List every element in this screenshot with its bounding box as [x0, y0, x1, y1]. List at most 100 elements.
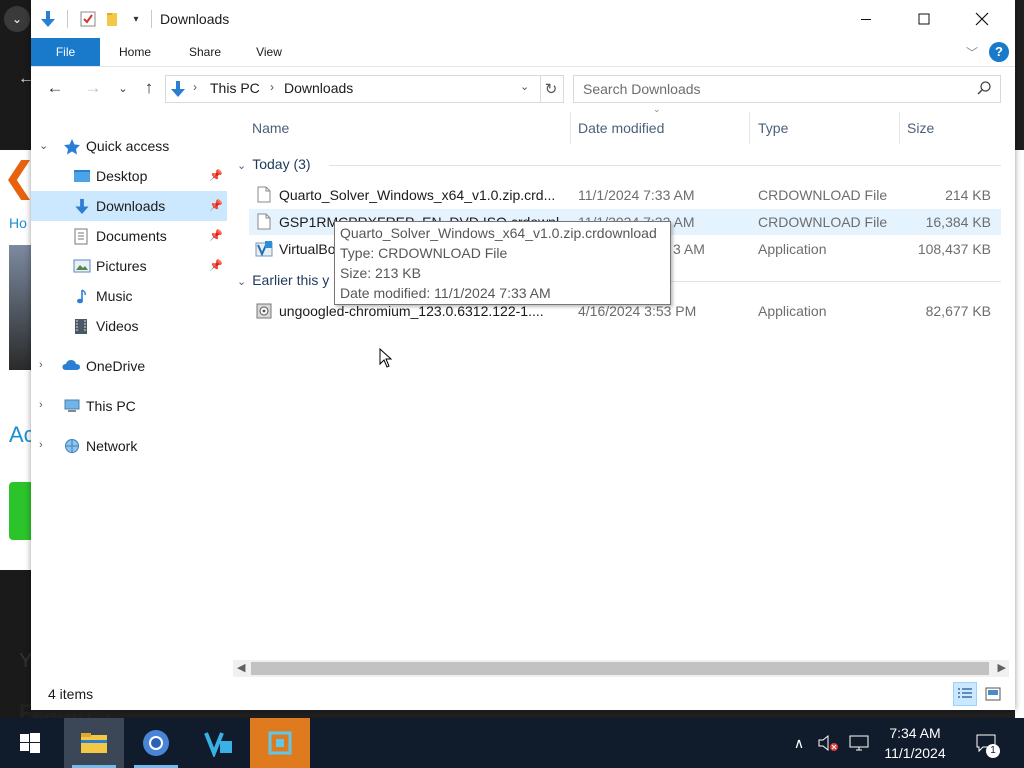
group-header-today[interactable]: ⌄ Today (3) — [237, 156, 311, 172]
up-button[interactable]: ↑ — [139, 78, 159, 98]
search-box[interactable]: Search Downloads — [573, 75, 1001, 103]
collapse-chevron-icon[interactable]: ⌄ — [39, 139, 48, 152]
file-size: 108,437 KB — [917, 241, 991, 257]
column-divider — [749, 112, 750, 144]
breadcrumb-chevron-icon[interactable]: › — [193, 80, 197, 94]
nav-item-network[interactable]: › Network — [31, 431, 227, 461]
nav-item-desktop[interactable]: Desktop 📌 — [31, 161, 227, 191]
taskbar-virtualbox[interactable] — [188, 718, 248, 768]
virtualbox-icon — [204, 732, 232, 757]
nav-label-this-pc: This PC — [86, 398, 136, 414]
cloud-icon — [61, 358, 80, 374]
videos-icon — [73, 318, 91, 334]
tab-view[interactable]: View — [247, 38, 291, 66]
large-icons-view-button[interactable] — [981, 682, 1005, 706]
title-bar: ▾ Downloads — [31, 0, 1015, 38]
new-folder-icon[interactable] — [103, 10, 121, 28]
refresh-button[interactable]: ↻ — [539, 75, 564, 103]
recent-locations-button[interactable]: ⌄ — [113, 78, 133, 98]
nav-label-network: Network — [86, 438, 138, 454]
expand-chevron-icon[interactable]: › — [39, 399, 43, 411]
documents-icon — [73, 228, 91, 245]
taskbar-file-explorer[interactable] — [64, 718, 124, 768]
nav-item-onedrive[interactable]: › OneDrive — [31, 351, 227, 381]
nav-item-videos[interactable]: Videos — [31, 311, 227, 341]
horizontal-scrollbar[interactable]: ◀ ▶ — [233, 660, 1009, 677]
downloads-arrow-icon[interactable] — [39, 10, 57, 28]
tooltip-size: Size: 213 KB — [340, 265, 421, 281]
tooltip-filename: Quarto_Solver_Windows_x64_v1.0.zip.crdow… — [340, 225, 657, 241]
breadcrumb-this-pc[interactable]: This PC — [210, 80, 260, 96]
nav-label-quick-access: Quick access — [86, 138, 170, 154]
nav-item-music[interactable]: Music — [31, 281, 227, 311]
close-button[interactable] — [959, 0, 1005, 38]
group-divider — [329, 165, 1001, 166]
properties-icon[interactable] — [79, 10, 97, 28]
notifications-button[interactable]: 1 — [968, 718, 1004, 768]
taskbar-clock[interactable]: 7:34 AM 11/1/2024 — [870, 723, 960, 763]
address-bar[interactable]: › This PC › Downloads ⌄ — [165, 75, 541, 103]
column-header-size[interactable]: Size — [907, 112, 997, 144]
generic-file-icon — [257, 186, 271, 203]
column-divider — [899, 112, 900, 144]
collapse-group-icon[interactable]: ⌄ — [237, 276, 246, 288]
search-input[interactable]: Search Downloads — [583, 81, 701, 97]
breadcrumb-chevron-icon[interactable]: › — [270, 80, 274, 94]
start-button[interactable] — [0, 718, 60, 768]
status-item-count: 4 items — [48, 686, 94, 702]
taskbar-app-orange[interactable] — [250, 718, 310, 768]
navigation-bar: ← → ⌄ ↑ › This PC › Downloads ⌄ ↻ Search… — [31, 66, 1015, 110]
navigation-pane: ⌄ Quick access Desktop 📌 Downloads 📌 Doc — [31, 120, 231, 540]
expand-chevron-icon[interactable]: › — [39, 359, 43, 371]
file-row[interactable]: Quarto_Solver_Windows_x64_v1.0.zip.crd..… — [249, 182, 1001, 208]
nav-label-documents: Documents — [96, 228, 167, 244]
tab-file[interactable]: File — [31, 38, 100, 66]
tooltip-date: Date modified: 11/1/2024 7:33 AM — [340, 285, 551, 301]
address-dropdown-icon[interactable]: ⌄ — [520, 80, 529, 93]
background-right-edge — [1015, 0, 1024, 150]
forward-button[interactable]: → — [83, 78, 103, 98]
help-button[interactable]: ? — [989, 42, 1009, 62]
tab-home[interactable]: Home — [111, 38, 159, 66]
taskbar-chromium[interactable] — [126, 718, 186, 768]
maximize-button[interactable] — [901, 0, 947, 38]
scroll-left-arrow-icon[interactable]: ◀ — [237, 661, 245, 674]
windows-logo-icon — [20, 733, 40, 753]
scroll-right-arrow-icon[interactable]: ▶ — [998, 661, 1006, 674]
expand-chevron-icon[interactable]: › — [39, 439, 43, 451]
downloads-location-icon — [170, 80, 186, 101]
tab-share[interactable]: Share — [181, 38, 229, 66]
file-tooltip: Quarto_Solver_Windows_x64_v1.0.zip.crdow… — [334, 221, 671, 305]
nav-item-pictures[interactable]: Pictures 📌 — [31, 251, 227, 281]
clock-time: 7:34 AM — [889, 725, 941, 741]
nav-label-music: Music — [96, 288, 133, 304]
customize-toolbar-icon[interactable]: ▾ — [127, 10, 145, 28]
column-header-name[interactable]: Name — [252, 112, 572, 144]
nav-item-this-pc[interactable]: › This PC — [31, 391, 227, 421]
back-button[interactable]: ← — [45, 78, 65, 98]
search-icon[interactable] — [976, 80, 992, 99]
breadcrumb-downloads[interactable]: Downloads — [284, 80, 353, 96]
app-cube-icon — [268, 731, 292, 755]
details-view-button[interactable] — [953, 682, 977, 706]
column-header-type[interactable]: Type — [758, 112, 898, 144]
pin-icon: 📌 — [209, 200, 223, 212]
volume-muted-icon[interactable] — [814, 718, 842, 768]
scrollbar-thumb[interactable] — [251, 662, 989, 675]
minimize-button[interactable] — [843, 0, 889, 38]
nav-item-documents[interactable]: Documents 📌 — [31, 221, 227, 251]
nav-label-videos: Videos — [96, 318, 139, 334]
column-header-date[interactable]: Date modified — [578, 112, 748, 144]
network-icon — [63, 438, 81, 454]
collapse-group-icon[interactable]: ⌄ — [237, 160, 246, 172]
show-hidden-icons-button[interactable]: ∧ — [786, 718, 812, 768]
nav-quick-access[interactable]: ⌄ Quick access — [31, 131, 227, 161]
group-header-earlier[interactable]: ⌄ Earlier this y — [237, 272, 329, 288]
expand-ribbon-icon[interactable]: ﹀ — [966, 44, 978, 61]
file-type: CRDOWNLOAD File — [758, 214, 888, 230]
nav-item-downloads[interactable]: Downloads 📌 — [31, 191, 227, 221]
music-icon — [73, 288, 91, 304]
file-size: 82,677 KB — [925, 303, 991, 319]
star-icon — [63, 138, 81, 155]
file-name: Quarto_Solver_Windows_x64_v1.0.zip.crd..… — [279, 187, 556, 203]
